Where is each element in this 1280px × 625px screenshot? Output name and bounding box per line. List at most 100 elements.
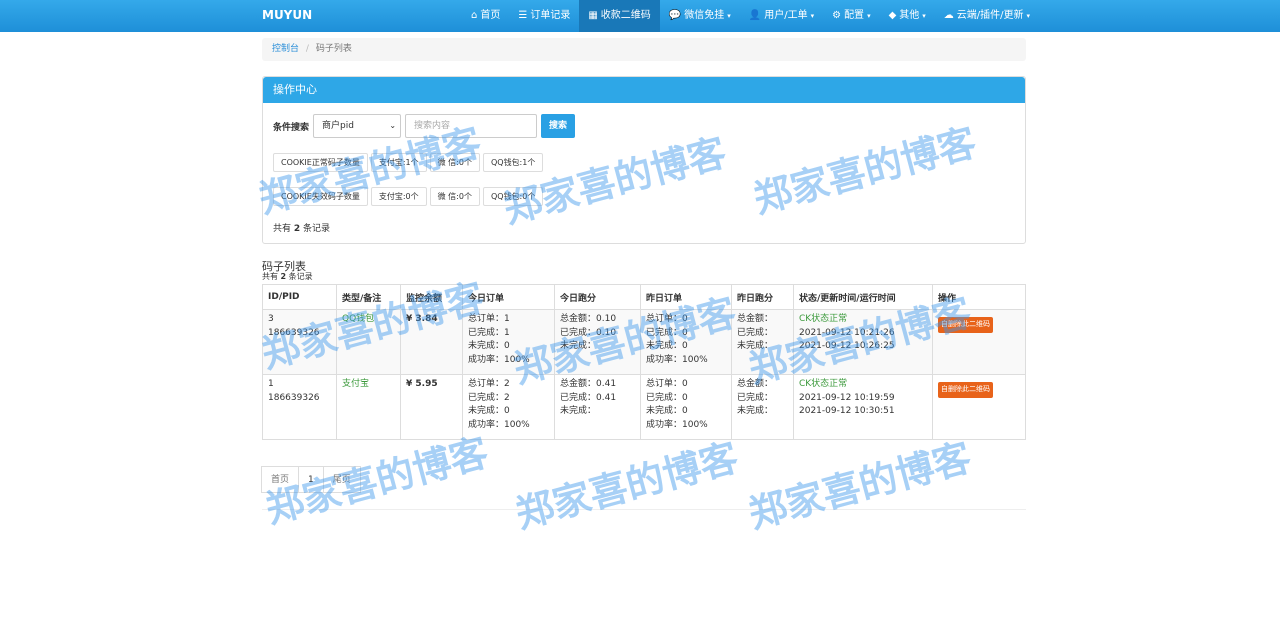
cell-status: CK状态正常 2021-09-12 10:19:59 2021-09-12 10:3… [793, 374, 933, 440]
cell-today-orders: 总订单：2 已完成：2 未完成：0 成功率：100% [462, 374, 555, 440]
qrcode-icon: ▦ [588, 10, 598, 21]
search-field-select[interactable]: 商户pid ⌄ [313, 114, 402, 138]
nav-other[interactable]: ◆ 其他 ▾ [880, 0, 935, 32]
nav-qrcode[interactable]: ▦ 收款二维码 [579, 0, 660, 32]
breadcrumb-current: 码子列表 [315, 44, 352, 54]
row-pid: 186639326 [268, 327, 320, 338]
stat-line: 已完成：1 [468, 327, 510, 338]
stat-line: 已完成：0 [646, 327, 688, 338]
stat-line: 未完成： [560, 406, 597, 416]
stat-line: 总金额：0.10 [560, 314, 617, 324]
running-time: 2021-09-12 10:30:51 [799, 406, 895, 416]
cell-action: 自删除此二维码 [932, 374, 1026, 440]
col-yest-orders: 昨日订单 [640, 284, 732, 310]
nav-home[interactable]: ⌂ 首页 [462, 0, 509, 32]
nav-label: 收款二维码 [600, 10, 651, 21]
nav-label: 微信免挂 [684, 10, 725, 21]
stat-badge: QQ钱包:1个 [482, 153, 544, 172]
cookie-bad-stats: COOKIE失效码子数量 支付宝:0个 微 信:0个 QQ钱包:0个 [273, 187, 544, 206]
stat-line: 总金额： [737, 379, 774, 389]
list-count: 共有 2 条记录 [262, 271, 1026, 282]
stat-line: 未完成： [737, 406, 774, 416]
running-time: 2021-09-12 10:26:25 [799, 341, 895, 351]
chevron-down-icon: ▾ [867, 12, 871, 20]
operation-panel: 操作中心 条件搜索 商户pid ⌄ 搜索内容 搜索 COOKIE正常码子数量 支付… [262, 76, 1026, 244]
stat-line: 总订单：0 [646, 379, 688, 389]
stat-line: 已完成： [737, 327, 774, 338]
breadcrumb-home-link[interactable]: 控制台 [272, 44, 299, 54]
stat-line: 已完成：2 [468, 392, 510, 403]
pager-last[interactable]: 尾页 [322, 466, 361, 493]
cell-yest-score: 总金额： 已完成： 未完成： [731, 309, 794, 375]
row-id: 1 [268, 379, 274, 389]
qrcode-table: ID/PID 类型/备注 监控余额 今日订单 今日跑分 昨日订单 昨日跑分 状态… [262, 284, 1026, 440]
col-yest-score: 昨日跑分 [731, 284, 794, 310]
cell-yest-orders: 总订单：0 已完成：0 未完成：0 成功率：100% [640, 374, 732, 440]
breadcrumb-sep: / [305, 44, 309, 54]
count-text: 共有 [273, 224, 294, 234]
nav-cloud[interactable]: ☁ 云端/插件/更新 ▾ [935, 0, 1039, 32]
cell-type: QQ钱包 [336, 309, 401, 375]
stat-badge: COOKIE正常码子数量 [273, 153, 368, 172]
search-row: 条件搜索 商户pid ⌄ 搜索内容 搜索 [273, 114, 576, 138]
nav-label: 用户/工单 [764, 10, 808, 21]
nav-label: 云端/插件/更新 [956, 10, 1024, 21]
stat-line: 已完成： [737, 392, 774, 403]
watermark: 郑家喜的博客 [744, 435, 976, 537]
search-label: 条件搜索 [273, 122, 310, 133]
cell-status: CK状态正常 2021-09-12 10:21:26 2021-09-12 10:2… [793, 309, 933, 375]
breadcrumb: 控制台 / 码子列表 [262, 38, 1026, 61]
nav-users[interactable]: 👤 用户/工单 ▾ [740, 0, 823, 32]
stat-badge: QQ钱包:0个 [482, 187, 544, 206]
cell-today-score: 总金额：0.41 已完成：0.41 未完成： [554, 374, 641, 440]
divider [262, 509, 1026, 510]
pager-first[interactable]: 首页 [261, 466, 300, 493]
cell-balance: ¥ 3.84 [400, 309, 463, 375]
stat-badge: 微 信:0个 [429, 187, 480, 206]
wechat-icon: 💬 [668, 10, 682, 21]
updated-time: 2021-09-12 10:21:26 [799, 327, 895, 338]
main-nav: ⌂ 首页 ☰ 订单记录 ▦ 收款二维码 💬 微信免挂 ▾ 👤 用户/工单 ▾ ⚙ 配置 ▾ ◆ 其他… [462, 0, 1039, 32]
stat-line: 未完成：0 [468, 341, 510, 351]
stat-line: 成功率：100% [468, 419, 530, 430]
nav-orders[interactable]: ☰ 订单记录 [509, 0, 579, 32]
row-id: 3 [268, 314, 274, 324]
col-today-orders: 今日订单 [462, 284, 555, 310]
count-text: 共有 [262, 272, 281, 281]
count-text: 条记录 [300, 224, 331, 234]
status-badge: CK状态正常 [799, 314, 848, 324]
stat-badge: 支付宝:1个 [370, 153, 427, 172]
chevron-down-icon: ▾ [810, 12, 815, 20]
stat-line: 成功率：100% [646, 419, 708, 430]
stat-line: 未完成： [560, 341, 597, 351]
nav-wechat[interactable]: 💬 微信免挂 ▾ [660, 0, 740, 32]
gear-icon: ⚙ [832, 10, 842, 21]
nav-config[interactable]: ⚙ 配置 ▾ [823, 0, 879, 32]
col-today-score: 今日跑分 [554, 284, 641, 310]
count-text: 条记录 [286, 272, 313, 281]
pager-page[interactable]: 1 [298, 466, 324, 493]
col-action: 操作 [932, 284, 1026, 310]
search-input[interactable]: 搜索内容 [405, 114, 538, 138]
col-id: ID/PID [262, 284, 337, 310]
cube-icon: ◆ [888, 10, 897, 21]
record-count: 共有 2 条记录 [273, 221, 330, 234]
list-icon: ☰ [518, 10, 528, 21]
chevron-down-icon: ▾ [1026, 12, 1031, 20]
stat-line: 未完成：0 [468, 406, 510, 416]
col-status: 状态/更新时间/运行时间 [793, 284, 933, 310]
table-row: 1 186639326 支付宝 ¥ 5.95 总订单：2 已完成：2 未完成：0 成功率… [262, 374, 1026, 440]
stat-line: 未完成： [737, 341, 774, 351]
home-icon: ⌂ [471, 10, 478, 21]
chevron-down-icon: ▾ [922, 12, 926, 20]
stat-line: 已完成：0 [646, 392, 688, 403]
search-button[interactable]: 搜索 [541, 114, 576, 138]
brand-logo[interactable]: MUYUN [262, 0, 312, 30]
cell-today-score: 总金额：0.10 已完成：0.10 未完成： [554, 309, 641, 375]
cell-balance: ¥ 5.95 [400, 374, 463, 440]
cloud-icon: ☁ [943, 10, 954, 21]
stat-line: 未完成：0 [646, 341, 688, 351]
delete-qrcode-button[interactable]: 自删除此二维码 [938, 317, 993, 333]
delete-qrcode-button[interactable]: 自删除此二维码 [938, 382, 993, 398]
table-header-row: ID/PID 类型/备注 监控余额 今日订单 今日跑分 昨日订单 昨日跑分 状态… [262, 284, 1026, 310]
